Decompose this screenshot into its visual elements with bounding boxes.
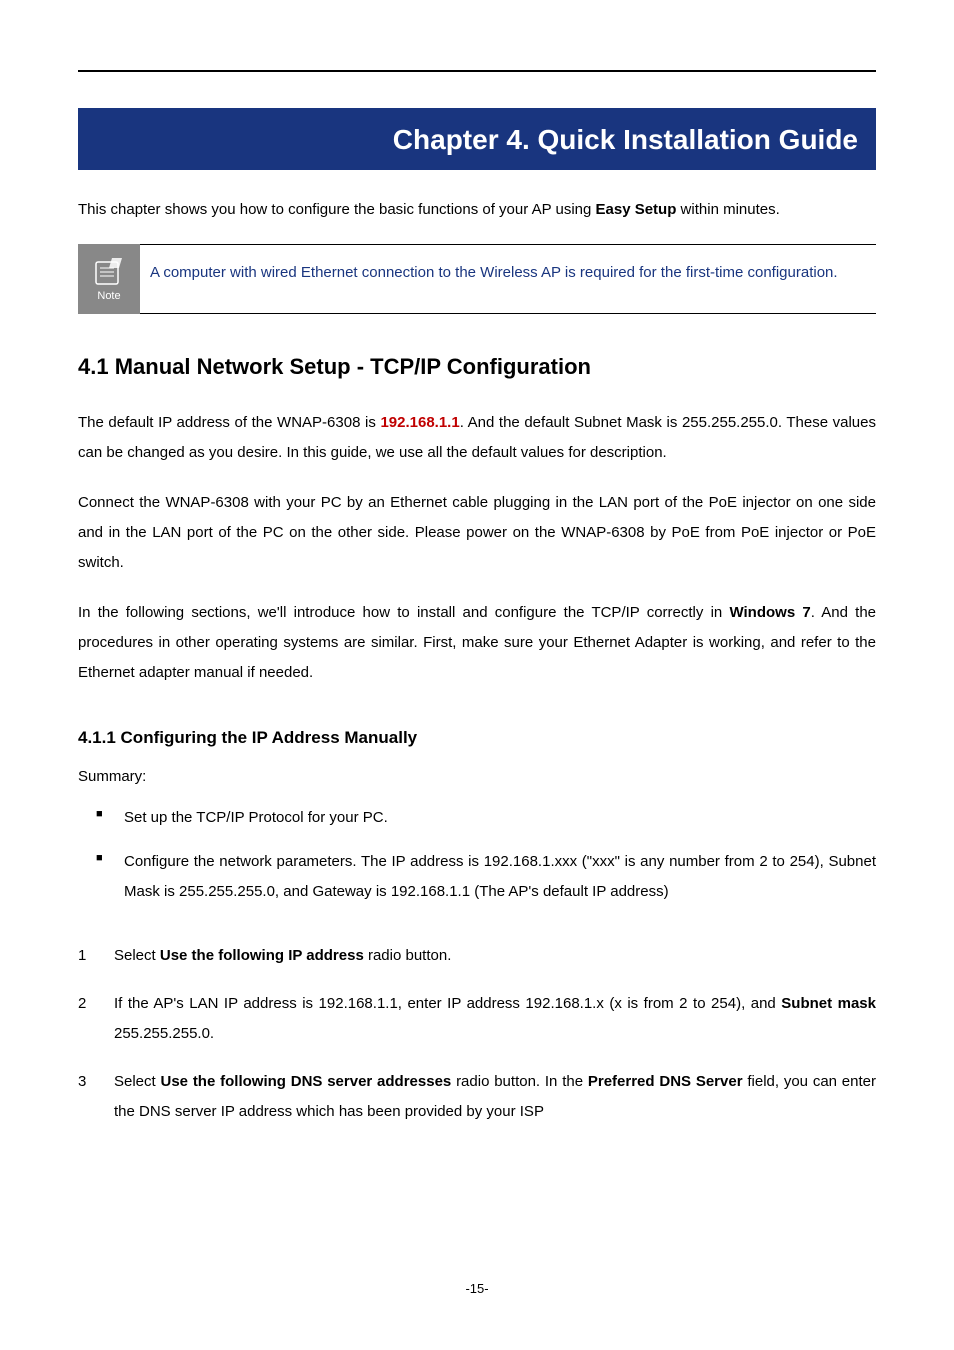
- step-number: 3: [78, 1067, 92, 1127]
- p1-a: The default IP address of the WNAP-6308 …: [78, 414, 380, 431]
- intro-paragraph: This chapter shows you how to configure …: [78, 198, 876, 222]
- chapter-banner: Chapter 4. Quick Installation Guide: [78, 108, 876, 170]
- document-page: Chapter 4. Quick Installation Guide This…: [0, 0, 954, 1350]
- chapter-title: Chapter 4. Quick Installation Guide: [393, 124, 858, 155]
- intro-suffix: within minutes.: [676, 201, 779, 218]
- page-number: -15-: [465, 1281, 488, 1296]
- section-4-1-para-3: In the following sections, we'll introdu…: [78, 598, 876, 688]
- use-following-ip: Use the following IP address: [160, 947, 364, 964]
- step-1: 1 Select Use the following IP address ra…: [78, 941, 876, 971]
- section-4-1-1-heading: 4.1.1 Configuring the IP Address Manuall…: [78, 728, 876, 748]
- section-4-1-para-2: Connect the WNAP-6308 with your PC by an…: [78, 488, 876, 578]
- section-4-1-heading: 4.1 Manual Network Setup - TCP/IP Config…: [78, 354, 876, 380]
- p3-a: In the following sections, we'll introdu…: [78, 604, 729, 621]
- subnet-mask: Subnet mask: [781, 995, 876, 1012]
- notepad-icon: [92, 256, 126, 286]
- intro-easy-setup: Easy Setup: [596, 201, 677, 218]
- section-4-1-para-1: The default IP address of the WNAP-6308 …: [78, 408, 876, 468]
- list-item: Set up the TCP/IP Protocol for your PC.: [124, 803, 876, 833]
- note-text: A computer with wired Ethernet connectio…: [140, 244, 876, 314]
- step-3: 3 Select Use the following DNS server ad…: [78, 1067, 876, 1127]
- list-item: Configure the network parameters. The IP…: [124, 847, 876, 907]
- summary-bullets: Set up the TCP/IP Protocol for your PC. …: [78, 803, 876, 907]
- note-icon: Note: [78, 244, 140, 314]
- top-horizontal-rule: [78, 70, 876, 72]
- summary-label: Summary:: [78, 768, 876, 785]
- step-2: 2 If the AP's LAN IP address is 192.168.…: [78, 989, 876, 1049]
- step-number: 1: [78, 941, 92, 971]
- note-block: Note A computer with wired Ethernet conn…: [78, 244, 876, 314]
- step-number: 2: [78, 989, 92, 1049]
- page-footer: -15-: [0, 1281, 954, 1296]
- intro-prefix: This chapter shows you how to configure …: [78, 201, 596, 218]
- step-text: Select Use the following DNS server addr…: [114, 1067, 876, 1127]
- preferred-dns-server: Preferred DNS Server: [588, 1073, 743, 1090]
- windows-7: Windows 7: [729, 604, 810, 621]
- step-text: If the AP's LAN IP address is 192.168.1.…: [114, 989, 876, 1049]
- use-following-dns: Use the following DNS server addresses: [161, 1073, 452, 1090]
- default-ip: 192.168.1.1: [380, 414, 459, 431]
- note-label: Note: [97, 290, 120, 302]
- step-text: Select Use the following IP address radi…: [114, 941, 876, 971]
- steps-list: 1 Select Use the following IP address ra…: [78, 941, 876, 1127]
